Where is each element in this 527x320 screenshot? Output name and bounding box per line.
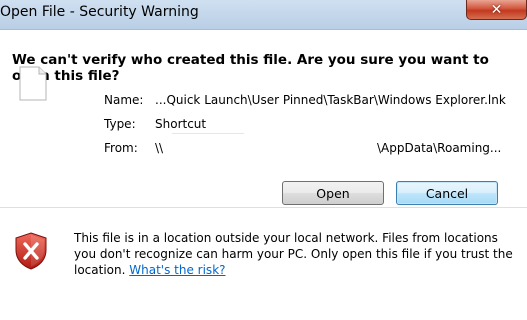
window-titlebar: Open File - Security Warning ✕ — [0, 0, 527, 29]
open-button-label: Open — [316, 185, 350, 201]
close-icon: ✕ — [490, 1, 503, 18]
name-label: Name: — [104, 93, 144, 107]
cancel-button[interactable]: Cancel — [396, 181, 498, 205]
name-value: ...Quick Launch\User Pinned\TaskBar\Wind… — [155, 93, 506, 107]
open-button[interactable]: Open — [282, 181, 384, 205]
whats-the-risk-link[interactable]: What's the risk? — [129, 263, 225, 277]
from-value-end: \AppData\Roaming... — [377, 141, 502, 155]
window-title: Open File - Security Warning — [0, 4, 199, 20]
from-value-start: \\ — [155, 141, 164, 155]
shield-warning-icon — [15, 232, 47, 270]
window-close-button[interactable]: ✕ — [466, 0, 527, 20]
from-redacted-gap — [172, 133, 244, 134]
dialog-heading: We can't verify who created this file. A… — [12, 52, 489, 84]
from-label: From: — [104, 141, 138, 155]
cancel-button-label: Cancel — [425, 185, 469, 201]
warning-message: This file is in a location outside your … — [74, 230, 514, 278]
type-label: Type: — [104, 117, 136, 131]
type-value: Shortcut — [155, 117, 207, 131]
file-icon — [19, 66, 47, 101]
